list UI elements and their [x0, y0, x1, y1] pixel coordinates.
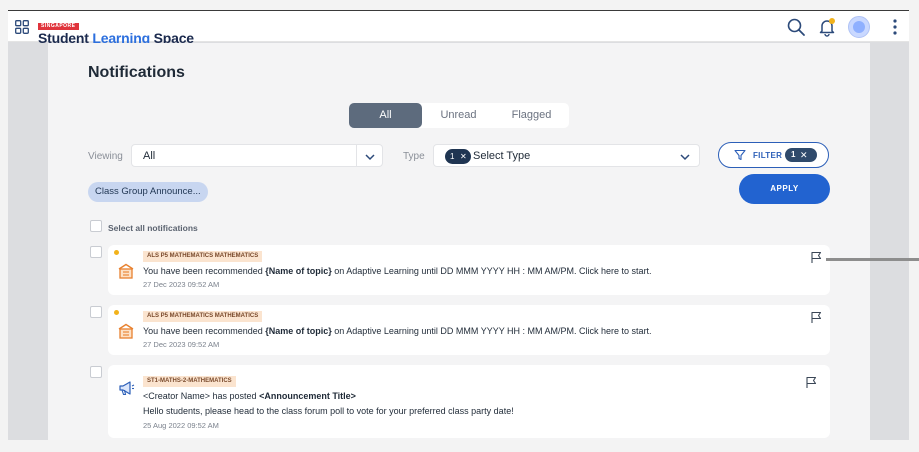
notification-checkbox[interactable]	[90, 366, 102, 378]
notification-message: You have been recommended {Name of topic…	[143, 326, 652, 336]
message-bold: {Name of topic}	[265, 266, 332, 276]
app-window: SINGAPORE Student Learning Space Notific…	[8, 10, 909, 440]
notifications-panel: Notifications All Unread Flagged Viewing…	[48, 43, 870, 440]
filter-count-badge[interactable]: 1 ✕	[785, 148, 817, 162]
notification-tag: ALS P5 MATHEMATICS MATHEMATICS	[143, 311, 263, 322]
filter-button[interactable]: FILTER 1 ✕	[718, 142, 829, 168]
flag-icon[interactable]	[810, 251, 823, 264]
notification-timestamp: 27 Dec 2023 09:52 AM	[143, 280, 220, 289]
notification-timestamp: 27 Dec 2023 09:52 AM	[143, 340, 220, 349]
app-grid-icon[interactable]	[15, 20, 29, 34]
notification-message: <Creator Name> has posted <Announcement …	[143, 391, 356, 401]
avatar[interactable]	[848, 16, 870, 38]
tab-unread[interactable]: Unread	[422, 103, 495, 128]
flag-icon[interactable]	[805, 376, 818, 389]
adaptive-learning-icon	[118, 323, 134, 339]
notification-message: You have been recommended {Name of topic…	[143, 266, 652, 276]
page-title: Notifications	[88, 64, 185, 81]
message-text: You have been recommended	[143, 266, 266, 276]
adaptive-learning-icon	[118, 263, 134, 279]
filter-count: 1	[791, 150, 796, 159]
message-bold: {Name of topic}	[265, 326, 332, 336]
notification-tag: ST1-MATHS-2-MATHEMATICS	[143, 376, 236, 387]
scrollbar[interactable]	[826, 258, 919, 261]
notification-card[interactable]: ST1-MATHS-2-MATHEMATICS <Creator Name> h…	[108, 365, 830, 438]
filter-label: FILTER	[753, 151, 783, 160]
viewing-value: All	[143, 150, 156, 162]
funnel-icon	[734, 149, 746, 161]
tab-bar: All Unread Flagged	[349, 103, 569, 128]
brand-tag: SINGAPORE	[38, 23, 79, 30]
message-text-end: on Adaptive Learning until DD MMM YYYY H…	[331, 266, 652, 276]
search-icon[interactable]	[786, 17, 806, 37]
select-all-checkbox[interactable]	[90, 220, 102, 232]
viewing-label: Viewing	[88, 151, 123, 162]
megaphone-icon	[119, 381, 135, 396]
message-bold: <Announcement Title>	[259, 391, 356, 401]
unread-dot	[114, 250, 119, 255]
notification-body: Hello students, please head to the class…	[143, 406, 514, 416]
select-all-label: Select all notifications	[108, 223, 198, 233]
bell-icon[interactable]	[817, 17, 837, 37]
message-text: <Creator Name> has posted	[143, 391, 260, 401]
close-icon[interactable]: ✕	[460, 149, 467, 164]
notification-timestamp: 25 Aug 2022 09:52 AM	[143, 421, 219, 430]
notification-checkbox[interactable]	[90, 306, 102, 318]
type-select[interactable]: 1 ✕ Select Type	[433, 144, 700, 167]
message-text-end: on Adaptive Learning until DD MMM YYYY H…	[331, 326, 652, 336]
notification-card[interactable]: ALS P5 MATHEMATICS MATHEMATICS You have …	[108, 305, 830, 355]
viewing-select[interactable]: All	[131, 144, 383, 167]
type-count-chip[interactable]: 1 ✕	[445, 149, 471, 164]
flag-icon[interactable]	[810, 311, 823, 324]
tab-flagged[interactable]: Flagged	[495, 103, 568, 128]
tab-all[interactable]: All	[349, 103, 422, 128]
notification-tag: ALS P5 MATHEMATICS MATHEMATICS	[143, 251, 263, 262]
type-label: Type	[403, 151, 425, 162]
type-placeholder: Select Type	[473, 150, 531, 162]
unread-dot	[114, 310, 119, 315]
close-icon[interactable]: ✕	[800, 148, 808, 162]
more-vertical-icon[interactable]	[885, 17, 905, 37]
active-filter-chip[interactable]: Class Group Announce...	[88, 182, 208, 202]
apply-button[interactable]: APPLY	[739, 174, 830, 204]
select-divider	[356, 145, 357, 166]
chevron-down-icon	[365, 154, 375, 161]
avatar-face	[853, 21, 865, 33]
chevron-down-icon	[680, 154, 690, 161]
top-bar: SINGAPORE Student Learning Space	[8, 11, 909, 46]
type-count: 1	[450, 152, 455, 161]
notification-checkbox[interactable]	[90, 246, 102, 258]
notification-card[interactable]: ALS P5 MATHEMATICS MATHEMATICS You have …	[108, 245, 830, 295]
message-text: You have been recommended	[143, 326, 266, 336]
brand-logo[interactable]: SINGAPORE Student Learning Space	[38, 14, 194, 46]
